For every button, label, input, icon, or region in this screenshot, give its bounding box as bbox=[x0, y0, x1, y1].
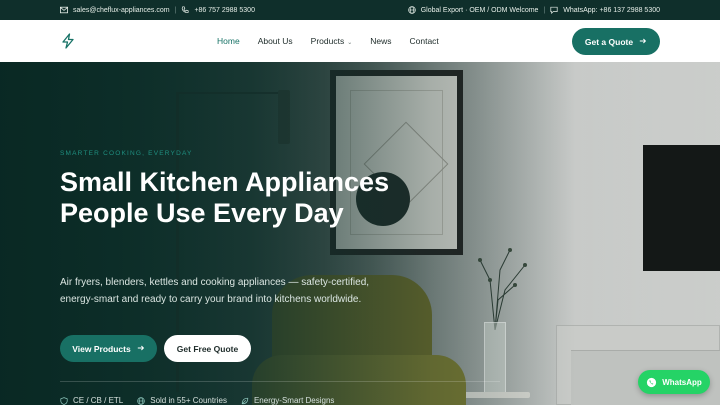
nav-item-contact[interactable]: Contact bbox=[410, 36, 439, 46]
view-products-label: View Products bbox=[72, 343, 131, 354]
leaf-icon bbox=[241, 397, 249, 404]
badge-countries: Sold in 55+ Countries bbox=[137, 396, 227, 405]
main-nav: Home About Us Products ⌄ News Contact bbox=[217, 20, 439, 62]
badge-energy-label: Energy-Smart Designs bbox=[253, 396, 335, 405]
arrow-right-icon bbox=[137, 344, 145, 354]
hero-eyebrow: SMARTER COOKING, EVERYDAY bbox=[60, 150, 193, 157]
separator: | bbox=[543, 6, 546, 14]
chevron-down-icon: ⌄ bbox=[347, 40, 353, 46]
nav-item-home[interactable]: Home bbox=[217, 36, 240, 46]
badge-certification: CE / CB / ETL bbox=[60, 396, 123, 405]
mail-icon bbox=[60, 6, 68, 14]
view-products-button[interactable]: View Products bbox=[60, 335, 157, 362]
get-a-quote-label: Get a Quote bbox=[584, 36, 634, 47]
badge-energy: Energy-Smart Designs bbox=[241, 396, 334, 405]
whatsapp-chat-button[interactable]: WhatsApp bbox=[638, 370, 710, 394]
nav-item-products-label: Products bbox=[310, 36, 345, 46]
bolt-logo-icon[interactable] bbox=[60, 33, 76, 49]
get-free-quote-button[interactable]: Get Free Quote bbox=[164, 335, 251, 362]
top-bar: sales@cheflux-appliances.com | +86 757 2… bbox=[0, 0, 720, 20]
hero-title: Small Kitchen Appliances People Use Ever… bbox=[60, 167, 390, 228]
phone-link[interactable]: +86 757 2988 5300 bbox=[194, 7, 255, 14]
globe-icon bbox=[407, 6, 416, 14]
nav-item-products[interactable]: Products ⌄ bbox=[311, 36, 353, 46]
badge-countries-label: Sold in 55+ Countries bbox=[150, 396, 227, 405]
contact-group: sales@cheflux-appliances.com | +86 757 2… bbox=[60, 6, 255, 14]
hero-lead: Air fryers, blenders, kettles and cookin… bbox=[60, 277, 370, 305]
trust-badges: CE / CB / ETL Sold in 55+ Countries Ener… bbox=[60, 396, 334, 405]
separator: | bbox=[174, 6, 177, 14]
export-group: Global Export · OEM / ODM Welcome | What… bbox=[407, 6, 660, 14]
chat-icon bbox=[550, 6, 558, 14]
phone-icon bbox=[181, 6, 189, 14]
shield-icon bbox=[60, 396, 68, 405]
whatsapp-link[interactable]: WhatsApp: +86 137 2988 5300 bbox=[563, 7, 660, 14]
site-header: Home About Us Products ⌄ News Contact Get… bbox=[0, 20, 720, 62]
globe-icon bbox=[137, 396, 145, 405]
email-link[interactable]: sales@cheflux-appliances.com bbox=[73, 7, 170, 14]
badge-certification-label: CE / CB / ETL bbox=[73, 396, 124, 405]
hero-divider bbox=[60, 381, 500, 382]
export-note: Global Export · OEM / ODM Welcome bbox=[420, 6, 539, 14]
get-a-quote-button[interactable]: Get a Quote bbox=[572, 28, 660, 55]
nav-item-about-us[interactable]: About Us bbox=[258, 36, 293, 46]
whatsapp-icon bbox=[647, 377, 657, 387]
nav-item-news[interactable]: News bbox=[370, 36, 391, 46]
whatsapp-label: WhatsApp bbox=[662, 377, 702, 387]
arrow-right-icon bbox=[639, 37, 647, 47]
